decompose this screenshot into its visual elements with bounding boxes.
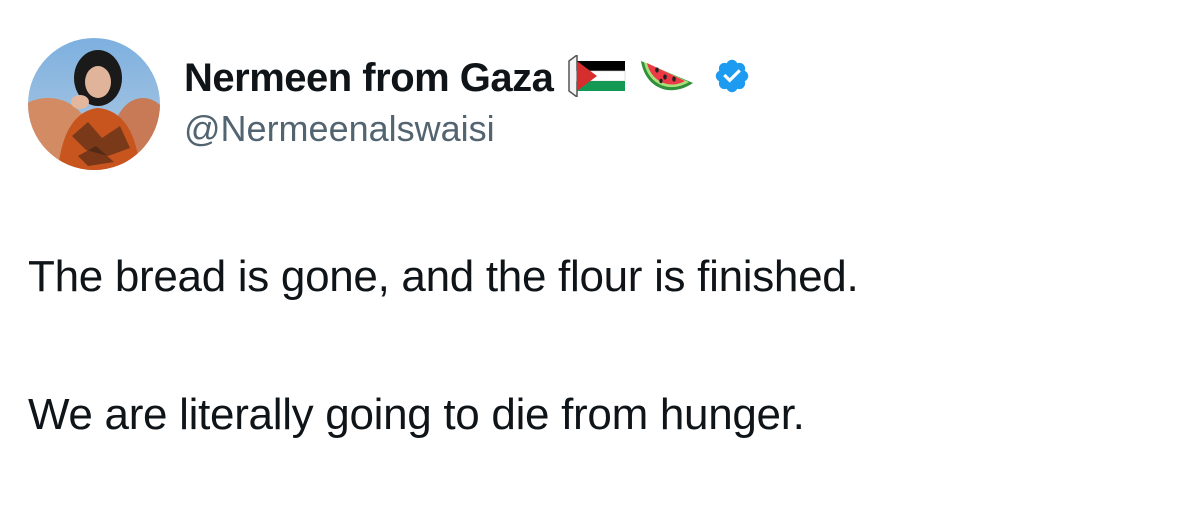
user-handle[interactable]: @Nermeenalswaisi: [184, 108, 751, 150]
watermelon-icon: [639, 53, 695, 104]
palestine-flag-icon: [563, 53, 627, 102]
tweet-text: The bread is gone, and the flour is fini…: [28, 244, 1148, 448]
avatar-photo: [28, 38, 160, 170]
tweet-paragraph: We are literally going to die from hunge…: [28, 390, 805, 439]
tweet-paragraph: The bread is gone, and the flour is fini…: [28, 252, 859, 301]
avatar[interactable]: [28, 38, 160, 170]
tweet-card: Nermeen from Gaza @Nermeenalswaisi The b…: [0, 0, 1179, 506]
display-name[interactable]: Nermeen from Gaza: [184, 56, 554, 101]
tweet-header: Nermeen from Gaza @Nermeenalswaisi: [184, 50, 751, 160]
name-row: Nermeen from Gaza: [184, 50, 751, 106]
verified-badge-icon[interactable]: [713, 57, 751, 100]
